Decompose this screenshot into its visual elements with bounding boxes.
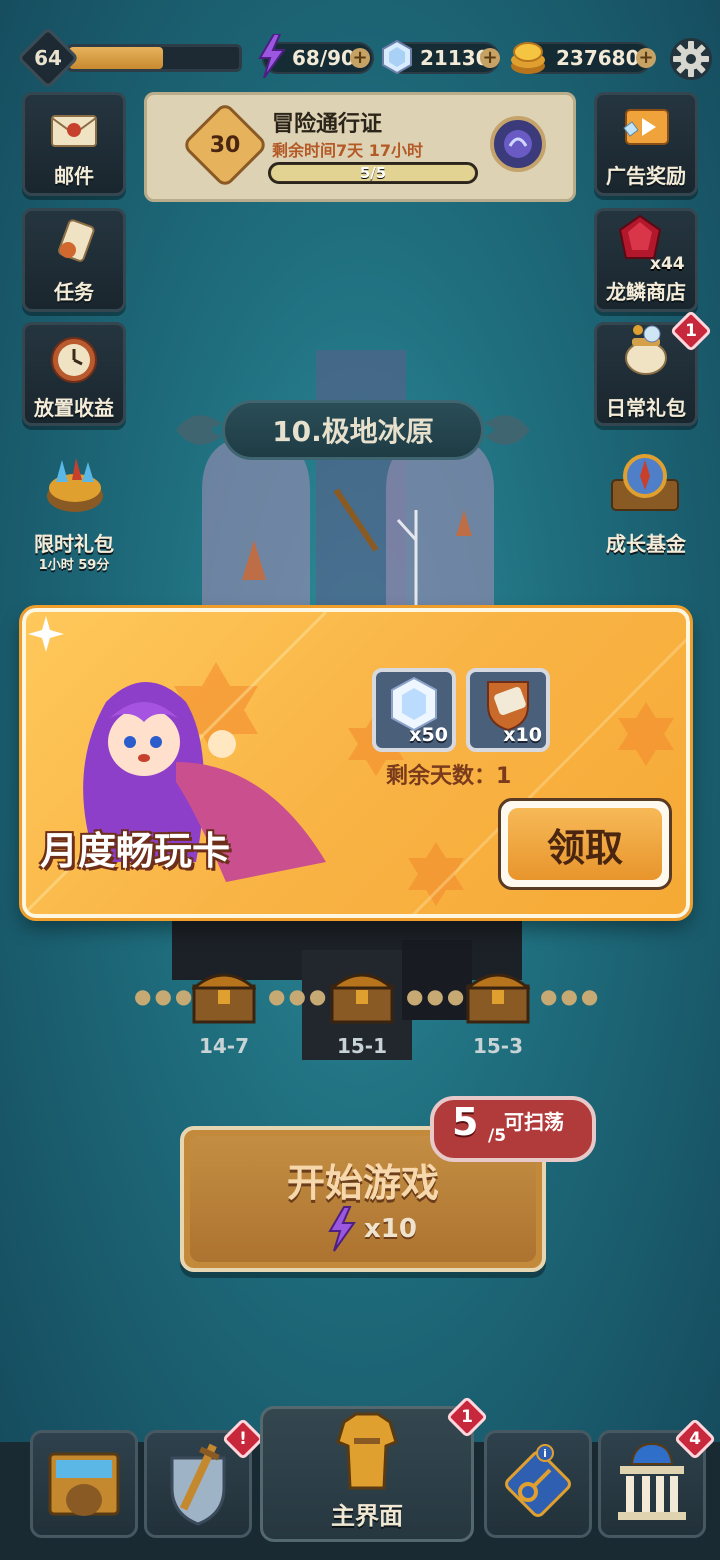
treasure-bag-icon xyxy=(48,1452,120,1516)
sweep-count: 5 xyxy=(452,1100,479,1144)
daily-pack-badge-count: 1 xyxy=(685,321,697,341)
pass-reward-icon[interactable] xyxy=(490,116,546,172)
stage-name: 10.极地冰原 xyxy=(272,415,434,448)
coins-value: 237680 xyxy=(556,46,640,70)
idle-rewards-label: 放置收益 xyxy=(34,396,114,420)
chest-stage-label: 14-7 xyxy=(198,1034,250,1058)
sword-shield-icon xyxy=(170,1443,226,1526)
dragon-scale-qty: x44 xyxy=(650,254,685,274)
player-level: 64 xyxy=(34,46,62,70)
path-dots: ●●● xyxy=(406,984,468,1008)
chest-stage-label: 15-1 xyxy=(336,1034,388,1058)
mail-icon xyxy=(51,115,97,147)
add-coins-button[interactable]: + xyxy=(636,48,656,68)
lightning-icon xyxy=(328,1206,356,1252)
guild-badge-count: 4 xyxy=(689,1429,701,1449)
chest-icon[interactable] xyxy=(466,966,530,1026)
add-energy-button[interactable]: + xyxy=(350,48,370,68)
armor-icon xyxy=(336,1412,398,1490)
path-dots: ●●● xyxy=(134,984,196,1008)
pot-icon xyxy=(625,325,667,375)
energy-value: 68/90 xyxy=(292,46,355,70)
pass-progress-text: 5/5 xyxy=(359,164,387,182)
xp-bar-fill xyxy=(69,47,163,69)
pass-level: 30 xyxy=(209,132,241,158)
stage-scenery xyxy=(202,350,494,610)
chest-icon[interactable] xyxy=(330,966,394,1026)
path-dots: ●●● xyxy=(540,984,602,1008)
skills-info-mark: i xyxy=(536,1444,554,1462)
start-energy-cost: x10 xyxy=(364,1214,417,1244)
coin-stack-icon xyxy=(511,42,545,74)
limited-pack-label: 限时礼包 xyxy=(34,532,114,556)
monthly-card-title: 月度畅玩卡 xyxy=(40,829,231,873)
sweep-label: 可扫荡 xyxy=(504,1110,564,1134)
growth-fund-label: 成长基金 xyxy=(606,532,686,556)
chest-icon[interactable] xyxy=(192,966,256,1026)
tasks-label: 任务 xyxy=(54,280,94,304)
main-badge-count: 1 xyxy=(461,1407,473,1427)
nav-main-label: 主界面 xyxy=(331,1502,403,1530)
chest-stage-label: 15-3 xyxy=(472,1034,524,1058)
clock-icon xyxy=(51,337,97,383)
reward-qty-diamond: x50 xyxy=(409,724,448,746)
ad-rewards-label: 广告奖励 xyxy=(606,164,686,188)
path-dots: ●●● xyxy=(268,984,330,1008)
limited-pack-timer: 1小时 59分 xyxy=(38,558,110,573)
reward-qty-shield: x10 xyxy=(503,724,542,746)
dragon-shop-label: 龙鳞商店 xyxy=(606,280,686,304)
claim-button[interactable]: 领取 xyxy=(508,808,662,880)
daily-pack-label: 日常礼包 xyxy=(606,396,686,420)
gear-icon[interactable] xyxy=(668,36,714,82)
pass-time-left: 剩余时间7天 17小时 xyxy=(272,141,423,160)
add-gems-button[interactable]: + xyxy=(480,48,500,68)
diamond-icon xyxy=(382,40,412,74)
treasure-icon[interactable] xyxy=(42,452,108,518)
medal-icon[interactable] xyxy=(608,450,682,522)
mail-label: 邮件 xyxy=(54,164,94,188)
equipment-badge-mark: ! xyxy=(239,1429,247,1449)
tv-icon xyxy=(623,109,669,145)
days-remaining: 剩余天数：1 xyxy=(386,764,512,789)
pass-title: 冒险通行证 xyxy=(272,112,383,137)
lightning-icon xyxy=(258,34,286,78)
scroll-icon xyxy=(58,219,95,262)
